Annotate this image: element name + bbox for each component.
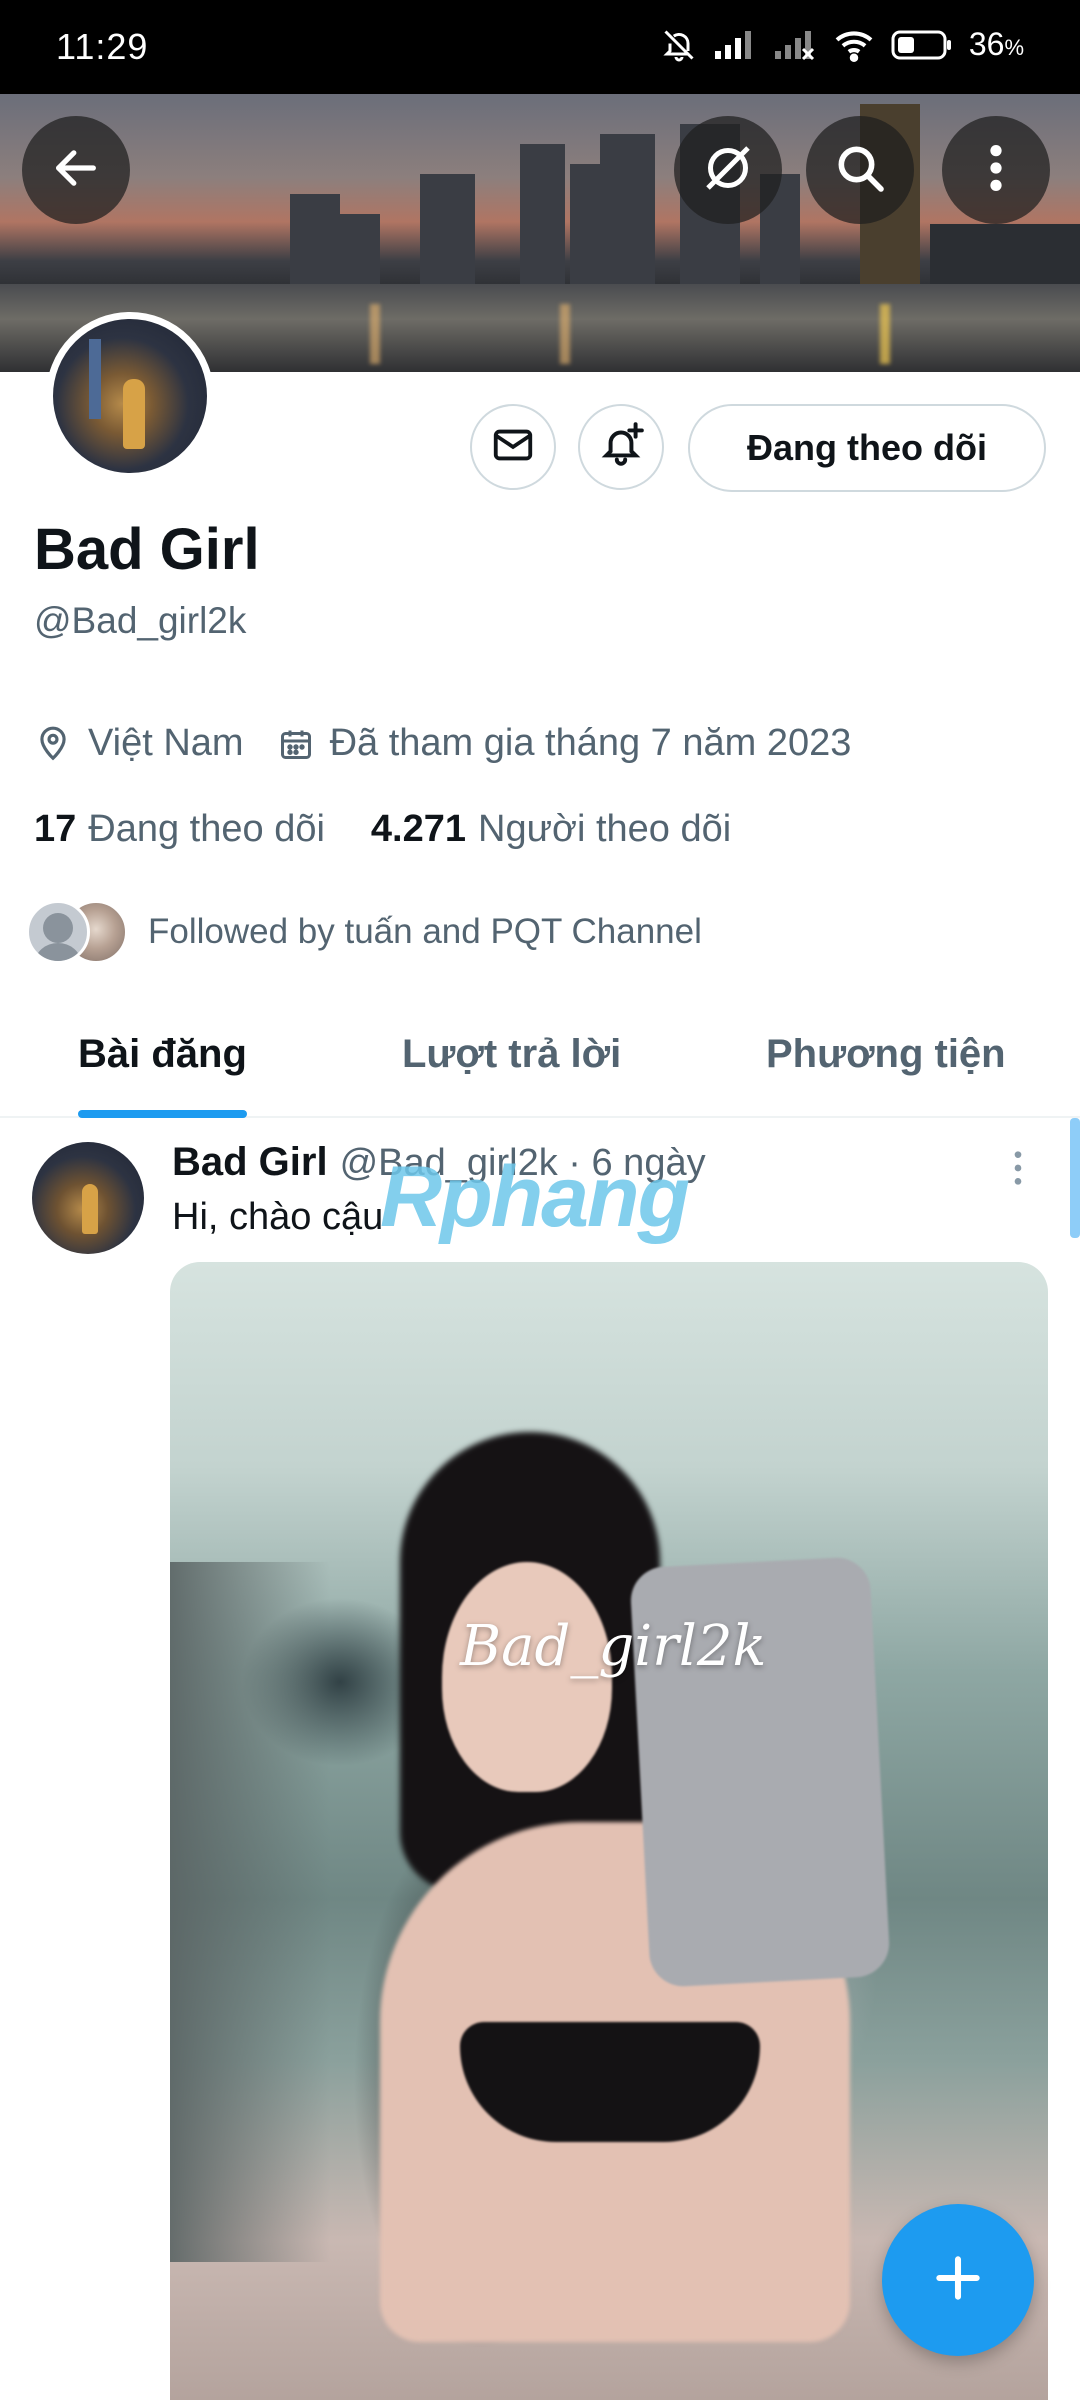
signal-2-icon: [773, 29, 817, 61]
post-author-name[interactable]: Bad Girl: [172, 1140, 328, 1185]
battery-percent: 36%: [968, 26, 1024, 62]
grok-icon: [698, 138, 758, 203]
post-more-button[interactable]: [1010, 1148, 1026, 1193]
mail-icon: [490, 422, 536, 473]
status-bar: 11:29 36%: [0, 0, 1080, 94]
overlay-logo: Rphang: [380, 1149, 690, 1245]
following-button[interactable]: Đang theo dõi: [688, 404, 1046, 492]
following-stat[interactable]: 17 Đang theo dõi: [34, 808, 325, 851]
post-avatar[interactable]: [32, 1142, 144, 1254]
search-button[interactable]: [806, 116, 914, 224]
joined-date: Đã tham gia tháng 7 năm 2023: [329, 722, 852, 764]
profile-avatar[interactable]: [46, 312, 214, 480]
follow-stats: 17 Đang theo dõi 4.271 Người theo dõi: [34, 808, 731, 851]
tab-indicator: [78, 1110, 247, 1118]
status-icons: 36%: [661, 26, 1024, 63]
more-vertical-icon: [1010, 1151, 1026, 1192]
grok-button[interactable]: [674, 116, 782, 224]
message-button[interactable]: [470, 404, 556, 490]
status-time: 11:29: [56, 26, 149, 67]
more-options-button[interactable]: [942, 116, 1050, 224]
notifications-button[interactable]: [578, 404, 664, 490]
scrollbar[interactable]: [1070, 1118, 1080, 1238]
followed-by[interactable]: Followed by tuấn and PQT Channel: [26, 900, 702, 964]
location-pin-icon: [34, 725, 72, 763]
display-name: Bad Girl: [34, 517, 260, 582]
compose-button[interactable]: [882, 2204, 1034, 2356]
mute-icon: [661, 27, 697, 63]
media-watermark: Bad_girl2k: [460, 1614, 767, 1679]
more-vertical-icon: [986, 142, 1006, 199]
wifi-icon: [833, 28, 875, 62]
back-arrow-icon: [50, 142, 102, 199]
calendar-icon: [278, 726, 314, 762]
search-icon: [832, 140, 888, 201]
follower-avatar: [26, 900, 90, 964]
post-text: Hi, chào cậu: [172, 1196, 384, 1238]
tab-replies[interactable]: Lượt trả lời: [402, 1000, 621, 1108]
profile-handle: @Bad_girl2k: [34, 600, 247, 641]
tab-media[interactable]: Phương tiện: [766, 1000, 1006, 1108]
profile-tabs: Bài đăng Lượt trả lời Phương tiện: [0, 1000, 1080, 1118]
followed-by-text: Followed by tuấn and PQT Channel: [148, 912, 702, 951]
plus-icon: [930, 2250, 986, 2311]
bell-plus-icon: [596, 420, 646, 475]
signal-icon: [713, 29, 757, 61]
location-text: Việt Nam: [88, 722, 244, 764]
battery-icon: [891, 29, 953, 61]
followers-stat[interactable]: 4.271 Người theo dõi: [371, 808, 731, 851]
profile-meta: Việt Nam Đã tham gia tháng 7 năm 2023: [34, 722, 851, 765]
tab-posts[interactable]: Bài đăng: [78, 1000, 247, 1118]
back-button[interactable]: [22, 116, 130, 224]
